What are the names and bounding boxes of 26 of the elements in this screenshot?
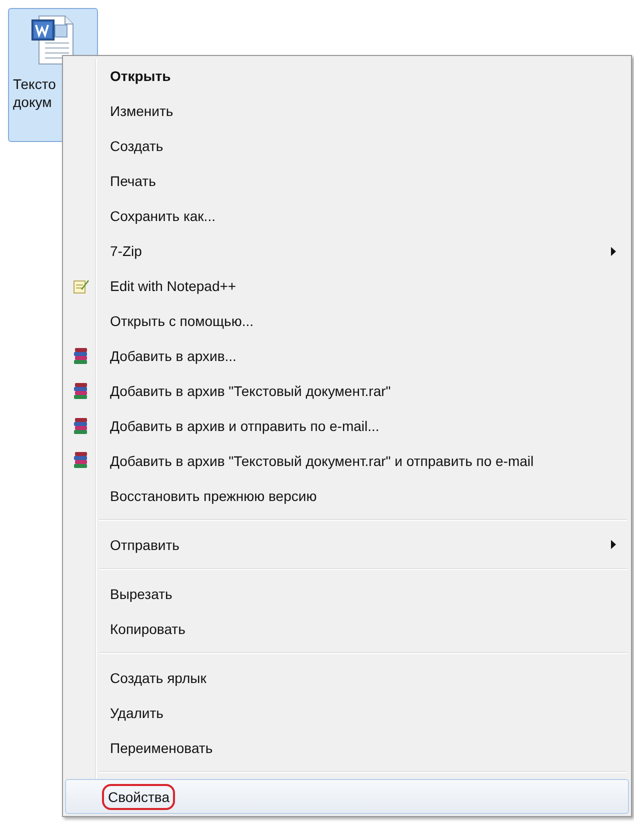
file-name-label: Тексто	[13, 75, 56, 93]
menu-item[interactable]: Удалить	[65, 695, 629, 730]
menu-item[interactable]: Добавить в архив "Текстовый документ.rar"	[65, 374, 629, 409]
notepad-icon	[73, 278, 89, 294]
submenu-arrow-icon	[611, 246, 616, 256]
menu-item[interactable]: Вырезать	[65, 576, 629, 612]
menu-item[interactable]: Добавить в архив...	[65, 338, 629, 374]
books-stack-icon	[73, 418, 89, 434]
menu-item[interactable]: Отправить	[65, 527, 629, 562]
submenu-arrow-icon	[611, 540, 616, 550]
menu-item[interactable]: Добавить в архив "Текстовый документ.rar" и отправить по e-mail	[65, 443, 629, 478]
file-name-label: докум	[13, 93, 52, 111]
menu-item[interactable]: Сохранить как...	[65, 198, 629, 234]
menu-item[interactable]: Добавить в архив и отправить по e-mail...	[65, 408, 629, 444]
menu-item[interactable]: Свойства	[65, 779, 629, 814]
menu-item[interactable]: Восстановить прежнюю версию	[65, 478, 629, 514]
menu-item[interactable]: Открыть с помощью...	[65, 304, 629, 339]
menu-item[interactable]: Копировать	[65, 611, 629, 646]
books-stack-icon	[73, 348, 89, 365]
menu-item[interactable]: Edit with Notepad++	[65, 268, 629, 304]
menu-item[interactable]: Печать	[65, 164, 629, 199]
books-stack-icon	[73, 452, 89, 470]
menu-item[interactable]: Создать ярлык	[65, 660, 629, 696]
menu-item[interactable]: Переименовать	[65, 730, 629, 766]
menu-item[interactable]: 7-Zip	[65, 234, 629, 269]
books-stack-icon	[73, 382, 89, 400]
